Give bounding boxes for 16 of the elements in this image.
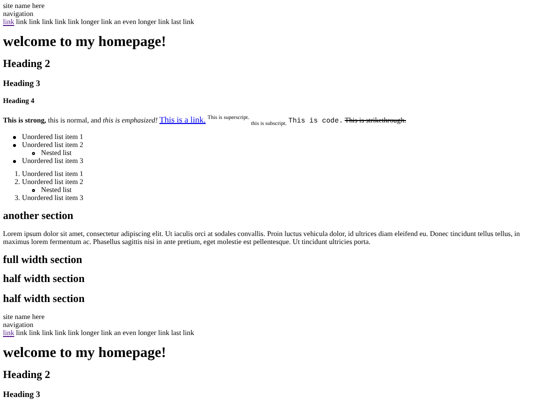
section-heading: half width section [3, 274, 86, 286]
section-heading: Heading 2 [3, 370, 52, 382]
bullet-icon [13, 144, 16, 147]
bullet-icon [13, 160, 16, 163]
section-heading: half width section [3, 294, 86, 305]
subheading: Heading 3 [3, 390, 42, 399]
section-heading: another section [3, 210, 74, 222]
page-heading: welcome to my homepage! [3, 346, 168, 362]
subheading: Heading 3 [3, 78, 42, 88]
section-heading: full width section [3, 254, 84, 266]
inline-link[interactable]: This is a link. [159, 114, 206, 124]
bullet-icon [13, 136, 16, 139]
bullet-icon [32, 188, 35, 192]
section-heading: Heading 2 [3, 59, 52, 70]
bullet-icon [32, 152, 35, 155]
page-heading: welcome to my homepage! [3, 35, 168, 50]
